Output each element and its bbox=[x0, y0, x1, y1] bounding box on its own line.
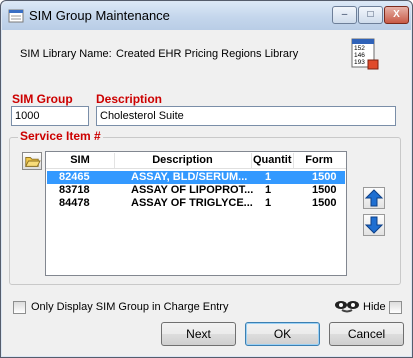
description-input[interactable]: Cholesterol Suite bbox=[96, 106, 396, 126]
sim-group-maintenance-window: SIM Group Maintenance – □ X SIM Library … bbox=[0, 0, 413, 358]
cell-quantity: 1 bbox=[265, 197, 272, 209]
table-row[interactable]: 83718 ASSAY OF LIPOPROT... 1 1500 bbox=[47, 184, 345, 197]
only-display-checkbox[interactable] bbox=[13, 301, 26, 314]
library-name-value: Created EHR Pricing Regions Library bbox=[116, 48, 299, 60]
sim-group-label: SIM Group bbox=[12, 92, 73, 106]
table-header: SIM Description Quantit Form bbox=[46, 152, 346, 169]
table-row[interactable]: 84478 ASSAY OF TRIGLYCE... 1 1500 bbox=[47, 197, 345, 210]
cell-description: ASSAY OF LIPOPROT... bbox=[131, 184, 253, 196]
arrow-up-icon bbox=[364, 189, 384, 207]
cell-quantity: 1 bbox=[265, 184, 272, 196]
description-label: Description bbox=[96, 92, 163, 106]
title-bar[interactable]: SIM Group Maintenance – □ X bbox=[2, 2, 411, 30]
calc-line-3: 193 bbox=[354, 59, 365, 66]
open-folder-icon[interactable] bbox=[22, 152, 42, 170]
arrow-down-icon bbox=[364, 216, 384, 234]
calc-line-1: 152 bbox=[354, 45, 365, 52]
cell-form: 1500 bbox=[312, 184, 337, 196]
window-title: SIM Group Maintenance bbox=[29, 8, 170, 23]
cell-description: ASSAY OF TRIGLYCE... bbox=[131, 197, 253, 209]
minimize-button[interactable]: – bbox=[332, 6, 357, 24]
app-icon bbox=[8, 9, 24, 23]
ok-button[interactable]: OK bbox=[245, 322, 320, 346]
table-row[interactable]: 82465 ASSAY, BLD/SERUM... 1 1500 bbox=[47, 171, 345, 184]
library-name-label: SIM Library Name: bbox=[20, 48, 112, 60]
disguise-mask-icon bbox=[335, 301, 359, 313]
column-header-description[interactable]: Description bbox=[114, 154, 251, 166]
service-item-label: Service Item # bbox=[18, 129, 103, 143]
column-header-form[interactable]: Form bbox=[293, 154, 345, 166]
cell-quantity: 1 bbox=[265, 171, 272, 183]
column-header-quantity[interactable]: Quantit bbox=[253, 154, 293, 166]
calc-line-2: 146 bbox=[354, 52, 365, 59]
cell-sim: 82465 bbox=[59, 171, 90, 183]
cell-sim: 84478 bbox=[59, 197, 90, 209]
service-items-table[interactable]: SIM Description Quantit Form 82465 ASSAY… bbox=[45, 151, 347, 276]
move-up-button[interactable] bbox=[363, 187, 385, 209]
move-down-button[interactable] bbox=[363, 214, 385, 236]
hide-checkbox[interactable] bbox=[389, 301, 402, 314]
cell-form: 1500 bbox=[312, 197, 337, 209]
cell-sim: 83718 bbox=[59, 184, 90, 196]
next-button[interactable]: Next bbox=[161, 322, 236, 346]
maximize-button[interactable]: □ bbox=[358, 6, 383, 24]
close-button[interactable]: X bbox=[384, 6, 409, 24]
hide-label: Hide bbox=[363, 301, 386, 313]
cancel-button[interactable]: Cancel bbox=[329, 322, 404, 346]
only-display-label: Only Display SIM Group in Charge Entry bbox=[31, 301, 229, 313]
sim-group-input[interactable]: 1000 bbox=[11, 106, 89, 126]
dialog-body: SIM Library Name: Created EHR Pricing Re… bbox=[8, 31, 405, 350]
calculator-list-icon[interactable]: 152 146 193 bbox=[351, 36, 379, 70]
cell-form: 1500 bbox=[312, 171, 337, 183]
cell-description: ASSAY, BLD/SERUM... bbox=[131, 171, 248, 183]
column-header-sim[interactable]: SIM bbox=[46, 154, 114, 166]
